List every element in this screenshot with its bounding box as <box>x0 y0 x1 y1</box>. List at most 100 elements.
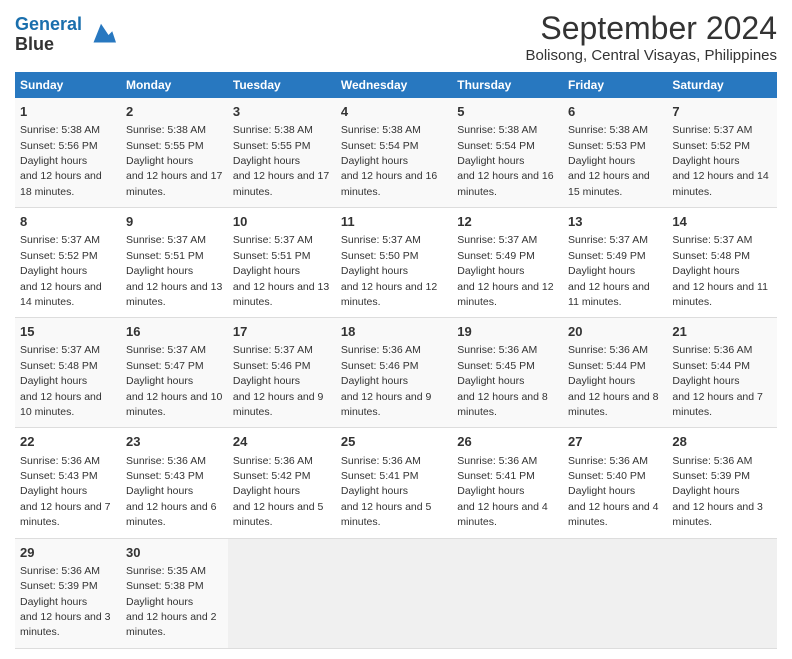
day-number: 26 <box>457 433 558 451</box>
day-number: 27 <box>568 433 662 451</box>
cell-sunrise: Sunrise: 5:36 AMSunset: 5:43 PMDaylight … <box>126 455 217 529</box>
col-monday: Monday <box>121 72 228 98</box>
day-number: 21 <box>672 323 772 341</box>
col-wednesday: Wednesday <box>336 72 452 98</box>
col-tuesday: Tuesday <box>228 72 336 98</box>
day-number: 19 <box>457 323 558 341</box>
table-row: 22 Sunrise: 5:36 AMSunset: 5:43 PMDaylig… <box>15 428 121 538</box>
day-number: 9 <box>126 213 223 231</box>
day-number: 17 <box>233 323 331 341</box>
day-number: 13 <box>568 213 662 231</box>
cell-sunrise: Sunrise: 5:37 AMSunset: 5:51 PMDaylight … <box>126 234 222 308</box>
title-area: September 2024 Bolisong, Central Visayas… <box>525 10 777 64</box>
cell-sunrise: Sunrise: 5:36 AMSunset: 5:44 PMDaylight … <box>672 344 763 418</box>
day-number: 29 <box>20 544 116 562</box>
day-number: 10 <box>233 213 331 231</box>
cell-sunrise: Sunrise: 5:35 AMSunset: 5:38 PMDaylight … <box>126 565 217 639</box>
table-row: 16 Sunrise: 5:37 AMSunset: 5:47 PMDaylig… <box>121 318 228 428</box>
logo-text: General Blue <box>15 15 82 55</box>
table-row: 14 Sunrise: 5:37 AMSunset: 5:48 PMDaylig… <box>667 208 777 318</box>
cell-sunrise: Sunrise: 5:36 AMSunset: 5:39 PMDaylight … <box>672 455 763 529</box>
col-saturday: Saturday <box>667 72 777 98</box>
table-row: 19 Sunrise: 5:36 AMSunset: 5:45 PMDaylig… <box>452 318 563 428</box>
cell-sunrise: Sunrise: 5:36 AMSunset: 5:42 PMDaylight … <box>233 455 324 529</box>
cell-sunrise: Sunrise: 5:37 AMSunset: 5:48 PMDaylight … <box>20 344 102 418</box>
day-number: 7 <box>672 103 772 121</box>
table-row: 11 Sunrise: 5:37 AMSunset: 5:50 PMDaylig… <box>336 208 452 318</box>
table-row: 20 Sunrise: 5:36 AMSunset: 5:44 PMDaylig… <box>563 318 667 428</box>
table-row: 28 Sunrise: 5:36 AMSunset: 5:39 PMDaylig… <box>667 428 777 538</box>
table-row <box>563 538 667 648</box>
cell-sunrise: Sunrise: 5:38 AMSunset: 5:55 PMDaylight … <box>233 124 329 198</box>
cell-sunrise: Sunrise: 5:37 AMSunset: 5:46 PMDaylight … <box>233 344 324 418</box>
table-row <box>667 538 777 648</box>
page-header: General Blue September 2024 Bolisong, Ce… <box>15 10 777 64</box>
table-row: 30 Sunrise: 5:35 AMSunset: 5:38 PMDaylig… <box>121 538 228 648</box>
day-number: 4 <box>341 103 447 121</box>
day-number: 2 <box>126 103 223 121</box>
table-row: 21 Sunrise: 5:36 AMSunset: 5:44 PMDaylig… <box>667 318 777 428</box>
day-number: 28 <box>672 433 772 451</box>
day-number: 15 <box>20 323 116 341</box>
table-row: 4 Sunrise: 5:38 AMSunset: 5:54 PMDayligh… <box>336 98 452 208</box>
day-number: 16 <box>126 323 223 341</box>
cell-sunrise: Sunrise: 5:36 AMSunset: 5:41 PMDaylight … <box>341 455 432 529</box>
calendar-week-2: 8 Sunrise: 5:37 AMSunset: 5:52 PMDayligh… <box>15 208 777 318</box>
calendar-week-5: 29 Sunrise: 5:36 AMSunset: 5:39 PMDaylig… <box>15 538 777 648</box>
day-number: 24 <box>233 433 331 451</box>
logo: General Blue <box>15 15 116 55</box>
table-row: 2 Sunrise: 5:38 AMSunset: 5:55 PMDayligh… <box>121 98 228 208</box>
table-row: 25 Sunrise: 5:36 AMSunset: 5:41 PMDaylig… <box>336 428 452 538</box>
table-row: 5 Sunrise: 5:38 AMSunset: 5:54 PMDayligh… <box>452 98 563 208</box>
cell-sunrise: Sunrise: 5:37 AMSunset: 5:48 PMDaylight … <box>672 234 768 308</box>
day-number: 25 <box>341 433 447 451</box>
table-row: 7 Sunrise: 5:37 AMSunset: 5:52 PMDayligh… <box>667 98 777 208</box>
day-number: 1 <box>20 103 116 121</box>
cell-sunrise: Sunrise: 5:36 AMSunset: 5:45 PMDaylight … <box>457 344 548 418</box>
table-row <box>336 538 452 648</box>
table-row: 15 Sunrise: 5:37 AMSunset: 5:48 PMDaylig… <box>15 318 121 428</box>
table-row: 12 Sunrise: 5:37 AMSunset: 5:49 PMDaylig… <box>452 208 563 318</box>
cell-sunrise: Sunrise: 5:36 AMSunset: 5:39 PMDaylight … <box>20 565 111 639</box>
table-row: 6 Sunrise: 5:38 AMSunset: 5:53 PMDayligh… <box>563 98 667 208</box>
cell-sunrise: Sunrise: 5:37 AMSunset: 5:51 PMDaylight … <box>233 234 329 308</box>
cell-sunrise: Sunrise: 5:36 AMSunset: 5:41 PMDaylight … <box>457 455 548 529</box>
cell-sunrise: Sunrise: 5:36 AMSunset: 5:46 PMDaylight … <box>341 344 432 418</box>
day-number: 20 <box>568 323 662 341</box>
table-row: 29 Sunrise: 5:36 AMSunset: 5:39 PMDaylig… <box>15 538 121 648</box>
table-row: 10 Sunrise: 5:37 AMSunset: 5:51 PMDaylig… <box>228 208 336 318</box>
day-number: 12 <box>457 213 558 231</box>
logo-icon <box>86 20 116 50</box>
cell-sunrise: Sunrise: 5:36 AMSunset: 5:40 PMDaylight … <box>568 455 659 529</box>
day-number: 23 <box>126 433 223 451</box>
table-row: 3 Sunrise: 5:38 AMSunset: 5:55 PMDayligh… <box>228 98 336 208</box>
day-number: 14 <box>672 213 772 231</box>
cell-sunrise: Sunrise: 5:36 AMSunset: 5:43 PMDaylight … <box>20 455 111 529</box>
table-row <box>452 538 563 648</box>
calendar-week-3: 15 Sunrise: 5:37 AMSunset: 5:48 PMDaylig… <box>15 318 777 428</box>
col-thursday: Thursday <box>452 72 563 98</box>
table-row: 13 Sunrise: 5:37 AMSunset: 5:49 PMDaylig… <box>563 208 667 318</box>
day-number: 3 <box>233 103 331 121</box>
table-row: 24 Sunrise: 5:36 AMSunset: 5:42 PMDaylig… <box>228 428 336 538</box>
cell-sunrise: Sunrise: 5:37 AMSunset: 5:52 PMDaylight … <box>672 124 768 198</box>
table-row: 1 Sunrise: 5:38 AMSunset: 5:56 PMDayligh… <box>15 98 121 208</box>
table-row: 23 Sunrise: 5:36 AMSunset: 5:43 PMDaylig… <box>121 428 228 538</box>
day-number: 30 <box>126 544 223 562</box>
cell-sunrise: Sunrise: 5:36 AMSunset: 5:44 PMDaylight … <box>568 344 659 418</box>
table-row: 26 Sunrise: 5:36 AMSunset: 5:41 PMDaylig… <box>452 428 563 538</box>
cell-sunrise: Sunrise: 5:38 AMSunset: 5:53 PMDaylight … <box>568 124 650 198</box>
col-sunday: Sunday <box>15 72 121 98</box>
table-row: 27 Sunrise: 5:36 AMSunset: 5:40 PMDaylig… <box>563 428 667 538</box>
cell-sunrise: Sunrise: 5:37 AMSunset: 5:47 PMDaylight … <box>126 344 222 418</box>
day-number: 11 <box>341 213 447 231</box>
table-row: 9 Sunrise: 5:37 AMSunset: 5:51 PMDayligh… <box>121 208 228 318</box>
location-title: Bolisong, Central Visayas, Philippines <box>525 47 777 64</box>
cell-sunrise: Sunrise: 5:38 AMSunset: 5:56 PMDaylight … <box>20 124 102 198</box>
cell-sunrise: Sunrise: 5:37 AMSunset: 5:52 PMDaylight … <box>20 234 102 308</box>
day-number: 22 <box>20 433 116 451</box>
calendar-table: Sunday Monday Tuesday Wednesday Thursday… <box>15 72 777 649</box>
cell-sunrise: Sunrise: 5:38 AMSunset: 5:55 PMDaylight … <box>126 124 222 198</box>
month-title: September 2024 <box>525 10 777 47</box>
table-row: 8 Sunrise: 5:37 AMSunset: 5:52 PMDayligh… <box>15 208 121 318</box>
